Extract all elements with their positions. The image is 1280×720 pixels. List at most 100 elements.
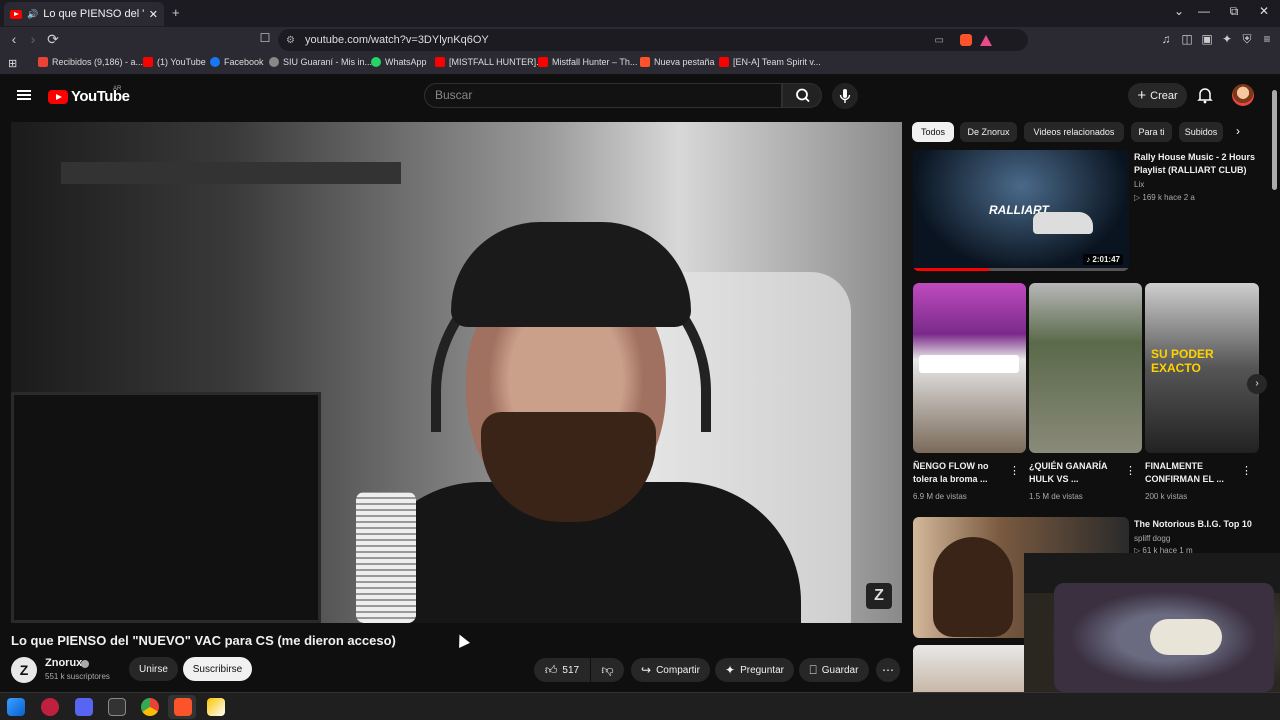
youtube-icon [538, 57, 548, 67]
progress-fill [913, 268, 989, 271]
brave-rewards-icon[interactable] [980, 34, 992, 46]
related-video-title-2[interactable]: The Notorious B.I.G. Top 10 [1134, 518, 1264, 531]
create-button[interactable]: + Crear [1128, 83, 1187, 108]
windows-start-icon[interactable] [7, 698, 25, 716]
maximize-button[interactable]: ⧉ [1224, 4, 1244, 19]
new-tab-button[interactable]: + [172, 5, 180, 20]
discord-icon[interactable] [75, 698, 93, 716]
bookmark-page-icon[interactable]: ☐ [256, 31, 274, 45]
brave-shields-icon[interactable] [960, 34, 972, 46]
more-dots-icon: ⋯ [882, 663, 894, 677]
chrome-icon[interactable] [141, 698, 159, 716]
reload-icon[interactable]: ⟳ [44, 31, 62, 48]
hamburger-menu-icon[interactable] [17, 90, 31, 100]
search-button[interactable] [782, 83, 822, 108]
chip-videos-relacionados[interactable]: Videos relacionados [1024, 122, 1124, 142]
thumbnail-car [1033, 212, 1093, 234]
tab-title: Lo que PIENSO del "NUEVO" [43, 8, 144, 20]
chip-para-ti[interactable]: Para ti [1131, 122, 1172, 142]
notifications-button[interactable] [1196, 86, 1214, 104]
short-thumbnail-1[interactable] [913, 283, 1026, 453]
search-input[interactable]: Buscar [424, 83, 782, 108]
bookmark-youtube[interactable]: (1) YouTube [143, 57, 206, 67]
short-thumbnail-2[interactable] [1029, 283, 1142, 453]
tab-close-icon[interactable]: ✕ [149, 8, 158, 21]
site-info-icon[interactable]: ⚙ [286, 35, 295, 46]
chevron-right-icon[interactable]: › [1236, 124, 1240, 138]
bookmark-gmail[interactable]: Recibidos (9,186) - a... [38, 57, 143, 67]
region-code: AR [113, 86, 122, 92]
youtube-logo[interactable]: YouTube AR [48, 86, 130, 105]
terminal-icon[interactable] [108, 698, 126, 716]
siu-icon [269, 57, 279, 67]
app-red-circle-icon[interactable] [41, 698, 59, 716]
tab-list-button[interactable]: ⌄ [1169, 4, 1189, 18]
close-window-button[interactable]: ✕ [1254, 4, 1274, 18]
bookmark-new-tab[interactable]: Nueva pestaña [640, 57, 715, 67]
youtube-favicon-icon [10, 9, 22, 19]
channel-avatar[interactable]: Z [11, 657, 37, 683]
dislike-button[interactable]: 👎︎ [591, 658, 624, 682]
vpn-icon[interactable]: ⛨ [1240, 32, 1254, 46]
bookmark-mistfall-2[interactable]: Mistfall Hunter – Th... [538, 57, 637, 67]
short-thumbnail-3[interactable]: SU PODER EXACTO [1145, 283, 1259, 453]
app-yellow-icon[interactable] [207, 698, 225, 716]
short-title-1[interactable]: ÑENGO FLOW no tolera la broma ... [913, 460, 1005, 486]
shorts-next-button[interactable]: › [1247, 374, 1267, 394]
minimize-button[interactable]: — [1194, 4, 1214, 18]
like-button[interactable]: 👍︎ 517 [534, 658, 590, 682]
related-video-channel-2[interactable]: spliff dogg [1134, 534, 1170, 543]
bookmark-whatsapp[interactable]: WhatsApp [371, 57, 427, 67]
thumbs-up-icon: 👍︎ [544, 662, 558, 677]
chip-subidos[interactable]: Subidos [1179, 122, 1223, 142]
account-avatar[interactable] [1232, 84, 1254, 106]
bookmark-mistfall-1[interactable]: [MISTFALL HUNTER]... [435, 57, 544, 67]
channel-watermark-icon[interactable]: Z [866, 583, 892, 609]
audio-playing-icon[interactable]: 🔊 [27, 9, 38, 20]
forward-icon[interactable]: › [24, 31, 42, 47]
bookmark-siu[interactable]: SIU Guaraní - Mis in... [269, 57, 372, 67]
bookmark-facebook[interactable]: Facebook [210, 57, 264, 67]
chip-todos[interactable]: Todos [912, 122, 954, 142]
short-menu-3-icon[interactable]: ⋮ [1241, 464, 1252, 477]
related-video-title[interactable]: Rally House Music - 2 Hours Playlist (RA… [1134, 151, 1264, 177]
back-icon[interactable]: ‹ [5, 31, 23, 47]
subscribe-button[interactable]: Suscribirse [183, 657, 252, 681]
video-title: Lo que PIENSO del "NUEVO" VAC para CS (m… [11, 633, 396, 648]
thumbnail-text: SU PODER EXACTO [1151, 347, 1214, 375]
chip-de-znorux[interactable]: De Znorux [960, 122, 1017, 142]
menu-icon[interactable]: ≡ [1260, 32, 1274, 46]
related-video-thumbnail[interactable]: RALLIART ♪ 2:01:47 [913, 150, 1129, 271]
brave-icon[interactable] [174, 698, 192, 716]
picture-in-picture-icon[interactable]: ▭ [935, 35, 944, 46]
short-menu-1-icon[interactable]: ⋮ [1009, 464, 1020, 477]
leo-ai-icon[interactable]: ✦ [1220, 32, 1234, 46]
voice-search-button[interactable] [832, 83, 858, 109]
save-button[interactable]: ⎕ Guardar [799, 658, 869, 682]
scrollbar-thumb[interactable] [1272, 90, 1277, 190]
more-actions-button[interactable]: ⋯ [876, 658, 900, 682]
chevron-right-icon: › [1255, 378, 1259, 389]
channel-name[interactable]: Znorux [45, 657, 82, 669]
thumbs-down-icon: 👎︎ [601, 662, 614, 677]
ask-button[interactable]: ✦ Preguntar [715, 658, 794, 682]
address-bar[interactable]: ⚙ youtube.com/watch?v=3DYlynKq6OY ▭ [278, 29, 1028, 51]
browser-tab-active[interactable]: 🔊 Lo que PIENSO del "NUEVO" ✕ [4, 2, 164, 26]
join-button[interactable]: Unirse [129, 657, 178, 681]
share-arrow-icon: ↪ [641, 663, 652, 677]
short-menu-2-icon[interactable]: ⋮ [1125, 464, 1136, 477]
share-button[interactable]: ↪ Compartir [631, 658, 710, 682]
video-frame-monitor [11, 392, 321, 623]
short-title-2[interactable]: ¿QUIÉN GANARÍA HULK VS ... [1029, 460, 1121, 486]
related-video-thumbnail-3[interactable] [913, 645, 1033, 692]
bookmark-team-spirit[interactable]: [EN-A] Team Spirit v... [719, 57, 821, 67]
verified-badge-icon [81, 660, 89, 668]
video-player[interactable]: Z [11, 122, 902, 623]
facebook-icon [210, 57, 220, 67]
wallet-icon[interactable]: ▣ [1200, 32, 1214, 46]
music-icon[interactable]: ♫ [1159, 32, 1173, 46]
sidebar-icon[interactable]: ◫ [1180, 32, 1194, 46]
apps-grid-icon[interactable]: ⊞ [8, 57, 17, 70]
short-title-3[interactable]: FINALMENTE CONFIRMAN EL ... [1145, 460, 1237, 486]
related-video-channel[interactable]: Lix [1134, 180, 1144, 189]
